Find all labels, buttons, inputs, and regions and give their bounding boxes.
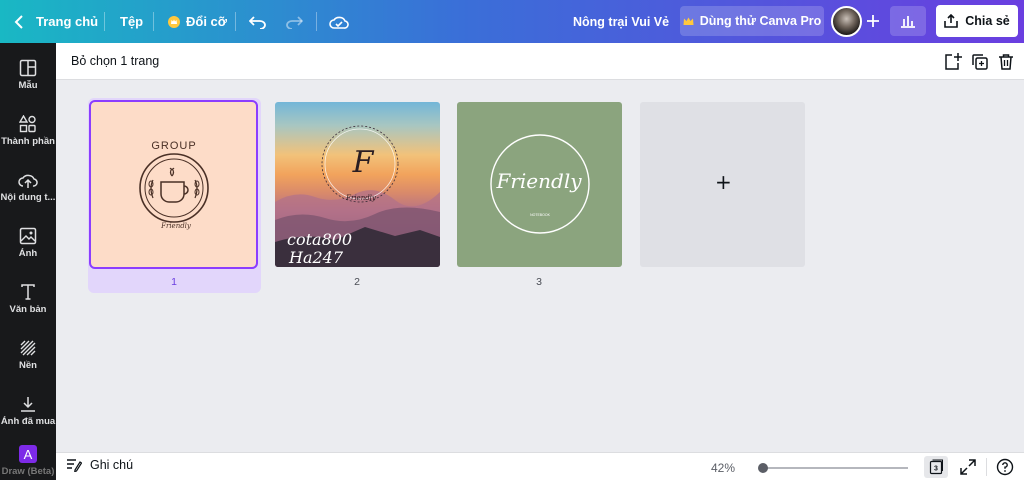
page-grid-button[interactable]: 3: [924, 456, 948, 478]
resize-label: Đổi cỡ: [186, 14, 228, 29]
text-icon: [21, 284, 35, 300]
home-button[interactable]: Trang chủ: [14, 0, 98, 43]
background-icon: [20, 340, 36, 356]
sidebar-item-label: Ảnh đã mua: [0, 416, 56, 427]
redo-icon: [286, 15, 303, 29]
share-icon: [944, 14, 959, 28]
save-status-button[interactable]: [329, 0, 349, 43]
sidebar-item-label: Nội dung t...: [0, 192, 56, 203]
cover-subtitle: NOTEBOOK: [530, 213, 551, 217]
divider: [986, 458, 987, 476]
page-number-1: 1: [171, 276, 177, 288]
sidebar-item-label: Mẫu: [18, 80, 38, 91]
sidebar-item-label: Draw (Beta): [1, 466, 55, 477]
sidebar-item-label: Nền: [19, 360, 37, 371]
redo-button[interactable]: [285, 0, 303, 43]
plus-icon: +: [715, 170, 732, 194]
add-member-button[interactable]: [862, 9, 884, 33]
home-label: Trang chủ: [36, 14, 99, 29]
notes-button[interactable]: Ghi chú: [66, 458, 133, 472]
draw-icon: A: [19, 445, 37, 463]
add-page-tile[interactable]: +: [640, 102, 805, 267]
pages-icon: 3: [929, 459, 943, 475]
notebook-cover: Friendly NOTEBOOK: [490, 134, 590, 234]
cloud-check-icon: [329, 16, 349, 29]
photo-icon: [19, 227, 37, 245]
top-bar: Trang chủ Tệp Đổi cỡ Nông trại Vui Vẻ Dù…: [0, 0, 1024, 43]
cover-title: Friendly: [495, 169, 582, 193]
try-pro-button[interactable]: Dùng thử Canva Pro: [680, 6, 824, 36]
zoom-slider-handle[interactable]: [758, 463, 768, 473]
bottom-bar: Ghi chú 42% 3: [56, 452, 1024, 480]
download-icon: [21, 397, 35, 412]
divider: [104, 12, 105, 31]
help-icon[interactable]: [996, 458, 1014, 476]
sidebar-item-uploads[interactable]: Nội dung t...: [0, 165, 56, 215]
chevron-left-icon: [14, 14, 23, 29]
sidebar-item-text[interactable]: Văn bản: [0, 277, 56, 327]
resize-button[interactable]: Đổi cỡ: [168, 0, 227, 43]
crown-icon: [683, 17, 694, 25]
sidebar-item-label: Ảnh: [18, 248, 38, 259]
coffee-logo: GROUP Friendly: [139, 140, 209, 230]
share-label: Chia sẻ: [965, 14, 1010, 28]
page-number-2: 2: [354, 276, 360, 288]
page-number-3: 3: [536, 276, 542, 288]
plus-icon: [867, 15, 879, 27]
sidebar-item-templates[interactable]: Mẫu: [0, 53, 56, 103]
zoom-level[interactable]: 42%: [711, 461, 735, 475]
upload-icon: [18, 174, 38, 188]
logo-bottom-text: Friendly: [160, 222, 192, 230]
page-thumbnail-3[interactable]: Friendly NOTEBOOK: [457, 102, 622, 267]
insights-button[interactable]: [890, 6, 926, 36]
elements-icon: [19, 115, 36, 133]
file-label: Tệp: [120, 14, 144, 29]
logo-top-text: GROUP: [151, 140, 196, 152]
divider: [316, 12, 317, 31]
watermark-line-1: cota800: [287, 230, 352, 249]
try-pro-label: Dùng thử Canva Pro: [699, 14, 822, 28]
sidebar-item-purchased[interactable]: Ảnh đã mua: [0, 389, 56, 439]
undo-button[interactable]: [249, 0, 267, 43]
crown-icon: [168, 15, 180, 28]
trash-icon[interactable]: [996, 52, 1016, 72]
notes-label: Ghi chú: [90, 458, 134, 472]
zoom-slider-track[interactable]: [762, 467, 908, 469]
sidebar-item-elements[interactable]: Thành phần: [0, 109, 56, 159]
undo-icon: [249, 15, 266, 29]
watermark-line-2: Ha247: [288, 248, 344, 267]
avatar[interactable]: [831, 6, 862, 37]
monogram-text: F: [352, 145, 375, 180]
sidebar-item-background[interactable]: Nền: [0, 333, 56, 383]
mountain-artwork: F Friendly cota800 Ha247: [275, 125, 440, 267]
bar-chart-icon: [901, 16, 915, 28]
page-toolbar: Bỏ chọn 1 trang: [56, 43, 1024, 80]
caption-text: Friendly: [345, 194, 377, 202]
deselect-page-button[interactable]: Bỏ chọn 1 trang: [71, 54, 159, 68]
sidebar-item-label: Văn bản: [9, 304, 47, 315]
template-icon: [19, 59, 37, 77]
page-thumbnail-2[interactable]: F Friendly cota800 Ha247: [275, 102, 440, 267]
fullscreen-icon[interactable]: [959, 458, 977, 476]
duplicate-page-icon[interactable]: [970, 52, 990, 72]
page-thumbnail-1[interactable]: GROUP Friendly: [89, 100, 258, 269]
divider: [153, 12, 154, 31]
sidebar-item-draw[interactable]: A Draw (Beta): [0, 439, 56, 480]
add-page-icon[interactable]: [943, 52, 963, 72]
page-count: 3: [934, 466, 938, 473]
share-button[interactable]: Chia sẻ: [936, 5, 1018, 37]
sidebar: Mẫu Thành phần Nội dung t... Ảnh Văn bản…: [0, 43, 56, 480]
notes-icon: [67, 459, 82, 472]
sidebar-item-label: Thành phần: [1, 136, 55, 147]
divider: [235, 12, 236, 31]
file-menu-button[interactable]: Tệp: [120, 0, 143, 43]
sidebar-item-photos[interactable]: Ảnh: [0, 221, 56, 271]
project-title[interactable]: Nông trại Vui Vẻ: [573, 0, 669, 43]
